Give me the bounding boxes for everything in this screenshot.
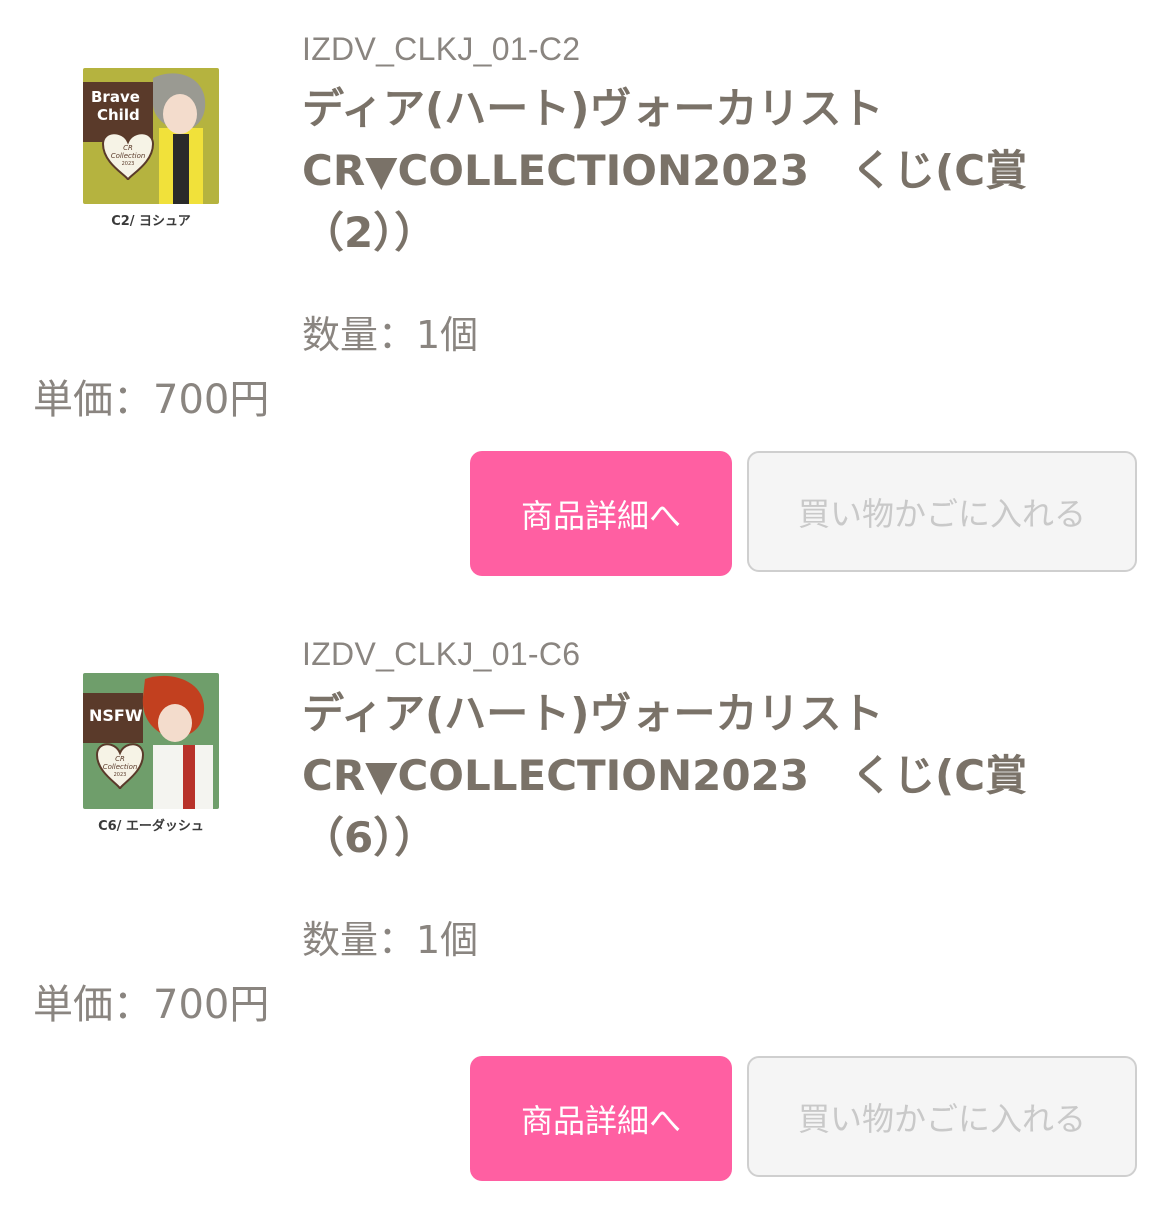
thumbnail-caption: C6/ エーダッシュ	[98, 819, 204, 834]
product-title-line: CR▼COLLECTION2023 くじ(C賞	[302, 751, 1028, 800]
thumb-logo-text: Collection	[111, 152, 146, 160]
thumb-logo-text: CR	[123, 144, 133, 152]
thumb-logo-text: NSFW	[89, 706, 143, 725]
thumb-logo-text: 2023	[114, 772, 127, 778]
product-title-line: （6））	[302, 813, 437, 862]
unit-price-text: 単価：700円	[33, 982, 270, 1028]
product-item: NSFW CR Collection 2023 C6/ エーダッシュ IZDV_…	[0, 605, 1170, 1205]
thumb-logo-text: Child	[97, 106, 140, 124]
quantity-text: 数量：1個	[302, 313, 479, 357]
product-title[interactable]: ディア(ハート)ヴォーカリスト CR▼COLLECTION2023 くじ(C賞 …	[302, 683, 1072, 869]
product-code: IZDV_CLKJ_01-C2	[302, 31, 581, 67]
product-title-line: （2））	[302, 208, 437, 257]
thumb-logo-text: Brave	[91, 88, 140, 106]
thumb-logo-text: Collection	[103, 763, 138, 771]
quantity-text: 数量：1個	[302, 918, 479, 962]
product-item: Brave Child CR Collection 2023 C2/ ヨシュア …	[0, 0, 1170, 600]
add-to-cart-button[interactable]: 買い物かごに入れる	[747, 451, 1137, 572]
product-thumbnail[interactable]: Brave Child CR Collection 2023	[83, 68, 219, 204]
product-title-line: CR▼COLLECTION2023 くじ(C賞	[302, 146, 1028, 195]
unit-price-text: 単価：700円	[33, 377, 270, 423]
product-title-line: ディア(ハート)ヴォーカリスト	[302, 689, 884, 738]
thumb-logo-text: CR	[115, 755, 125, 763]
product-thumbnail[interactable]: NSFW CR Collection 2023	[83, 673, 219, 809]
thumbnail-caption: C2/ ヨシュア	[111, 214, 191, 229]
product-code: IZDV_CLKJ_01-C6	[302, 636, 581, 672]
product-title[interactable]: ディア(ハート)ヴォーカリスト CR▼COLLECTION2023 くじ(C賞 …	[302, 78, 1072, 264]
thumb-logo-text: 2023	[122, 161, 135, 167]
add-to-cart-button[interactable]: 買い物かごに入れる	[747, 1056, 1137, 1177]
product-detail-button[interactable]: 商品詳細へ	[470, 451, 732, 576]
product-detail-button[interactable]: 商品詳細へ	[470, 1056, 732, 1181]
product-title-line: ディア(ハート)ヴォーカリスト	[302, 84, 884, 133]
